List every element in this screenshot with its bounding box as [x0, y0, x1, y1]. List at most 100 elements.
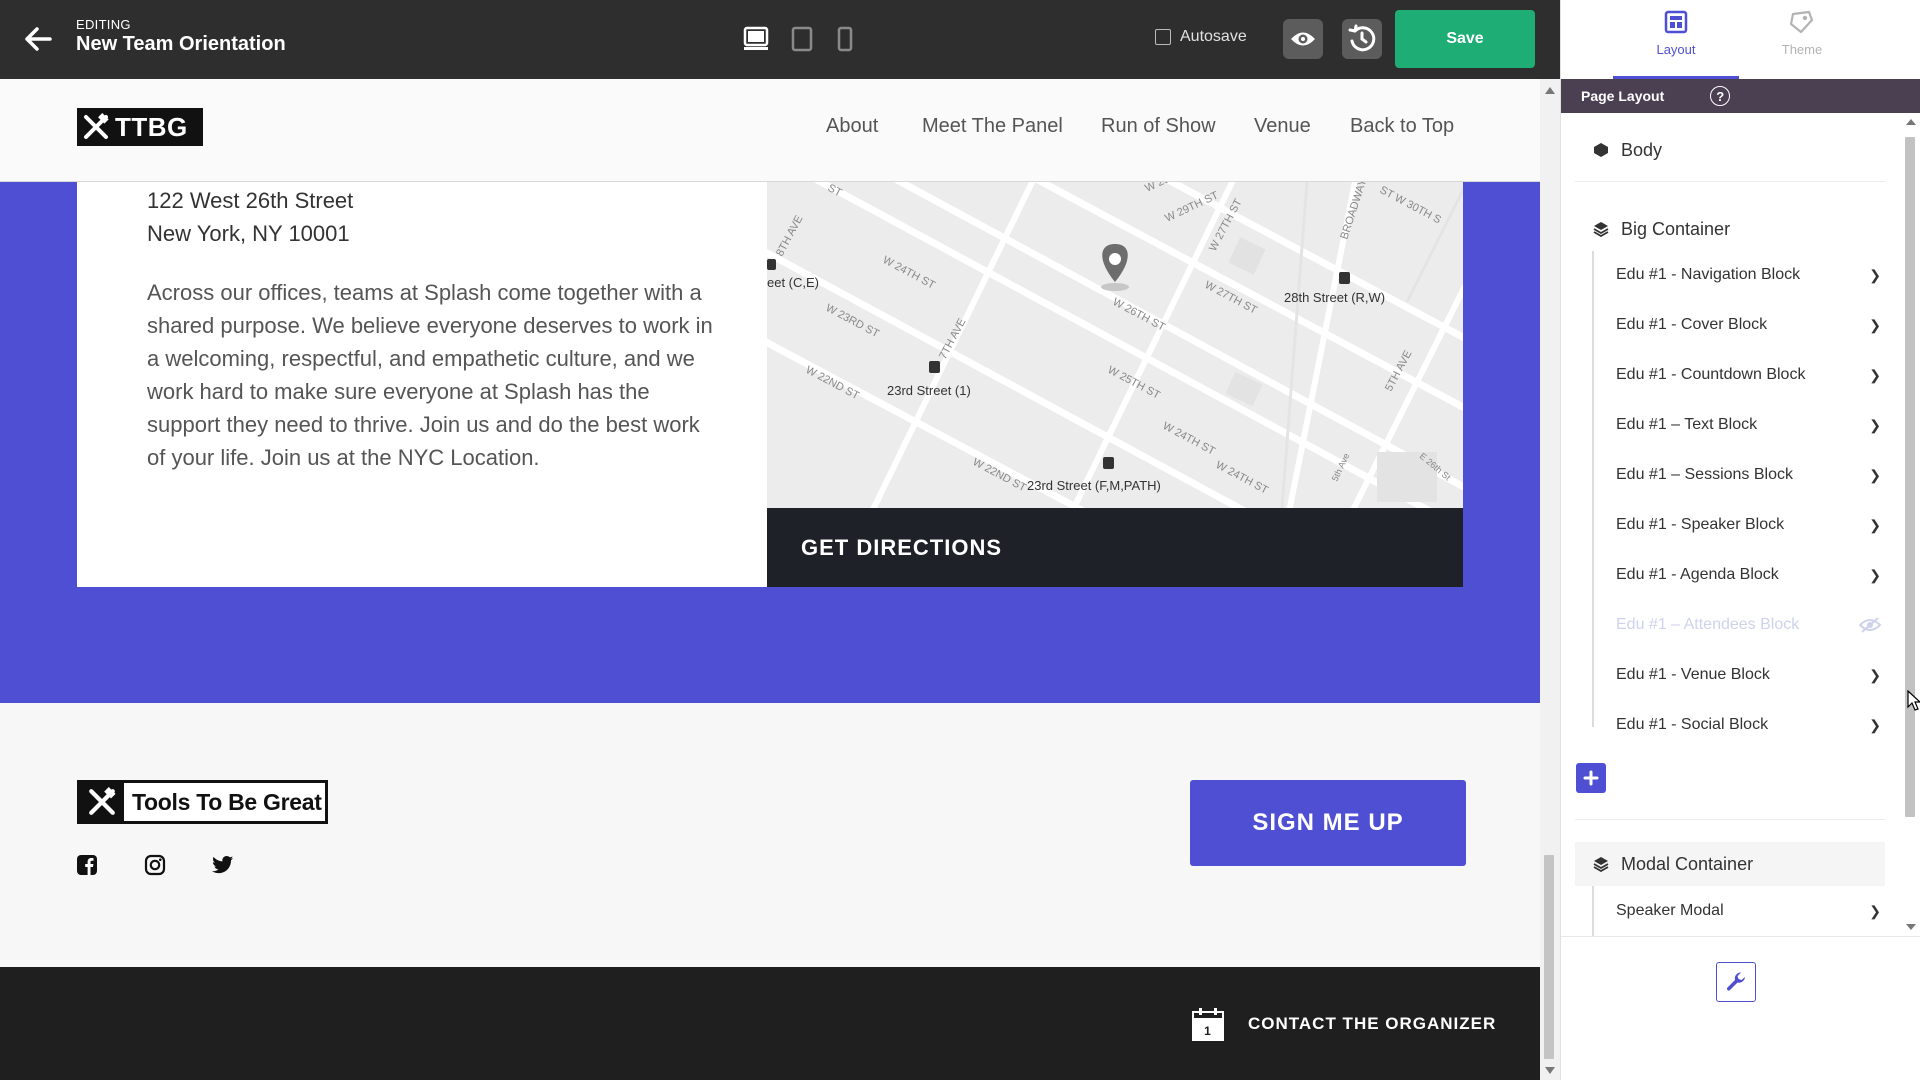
chevron-right-icon[interactable]: ❯	[1869, 667, 1881, 684]
tree-item-attendees-block-hidden[interactable]: Edu #1 – Attendees Block	[1616, 603, 1881, 647]
map-station-label: 23rd Street (F,M,PATH)	[1027, 478, 1161, 493]
tree-item-cover-block[interactable]: Edu #1 - Cover Block ❯	[1616, 303, 1881, 347]
tree-node-modal-container[interactable]: Modal Container	[1575, 842, 1885, 886]
page-layout-header: Page Layout ?	[1561, 79, 1920, 113]
footer-brand-text: Tools To Be Great	[132, 788, 322, 815]
tablet-view-button[interactable]	[790, 24, 814, 54]
chevron-right-icon[interactable]: ❯	[1869, 567, 1881, 584]
tab-layout[interactable]: Layout	[1613, 0, 1739, 79]
tools-to-be-great-logo[interactable]: Tools To Be Great	[77, 780, 328, 824]
chevron-right-icon[interactable]: ❯	[1869, 903, 1881, 920]
instagram-icon[interactable]	[144, 854, 166, 876]
sign-me-up-button[interactable]: SIGN ME UP	[1190, 780, 1466, 866]
body-icon	[1593, 142, 1609, 158]
tree-item-label: Edu #1 - Venue Block	[1616, 666, 1770, 683]
tree-item-countdown-block[interactable]: Edu #1 - Countdown Block ❯	[1616, 353, 1881, 397]
document-title: New Team Orientation	[76, 33, 286, 55]
venue-block[interactable]: 122 West 26th Street New York, NY 10001 …	[77, 182, 1463, 587]
tab-theme-label: Theme	[1781, 42, 1823, 57]
tree-item-label: Edu #1 - Countdown Block	[1616, 366, 1806, 383]
back-arrow-icon[interactable]	[24, 26, 52, 52]
chevron-right-icon[interactable]: ❯	[1869, 517, 1881, 534]
scroll-down-arrow-icon[interactable]	[1545, 1067, 1555, 1074]
chevron-right-icon[interactable]: ❯	[1869, 717, 1881, 734]
tree-node-big-container[interactable]: Big Container	[1575, 207, 1885, 251]
get-directions-button[interactable]: GET DIRECTIONS	[767, 508, 1463, 587]
panel-scrollbar[interactable]	[1901, 113, 1920, 936]
canvas-scrollbar[interactable]	[1540, 79, 1560, 1080]
editing-status-label: EDITING	[76, 17, 131, 32]
venue-map[interactable]: W 28TH ST W 27TH ST W 26TH ST W 25TH ST …	[767, 182, 1463, 508]
tab-theme[interactable]: Theme	[1739, 0, 1865, 79]
tree-item-label: Speaker Modal	[1616, 902, 1724, 919]
chevron-right-icon[interactable]: ❯	[1869, 417, 1881, 434]
eye-slash-icon[interactable]	[1859, 617, 1881, 633]
tree-item-sessions-block[interactable]: Edu #1 – Sessions Block ❯	[1616, 453, 1881, 497]
history-icon	[1348, 24, 1376, 52]
tree-divider	[1575, 819, 1885, 820]
tree-item-speaker-block[interactable]: Edu #1 - Speaker Block ❯	[1616, 503, 1881, 547]
tree-item-label: Edu #1 - Cover Block	[1616, 316, 1768, 333]
chevron-right-icon[interactable]: ❯	[1869, 367, 1881, 384]
page-layout-title: Page Layout	[1581, 88, 1665, 104]
contact-organizer-label: CONTACT THE ORGANIZER	[1248, 1014, 1497, 1033]
preview-button[interactable]	[1283, 19, 1323, 59]
tree-item-label: Edu #1 - Speaker Block	[1616, 516, 1785, 533]
crossed-tools-icon	[80, 783, 124, 821]
site-navigation-bar: TTBG About Meet The Panel Run of Show Ve…	[0, 79, 1540, 182]
nav-link-about[interactable]: About	[826, 115, 878, 138]
tree-node-body-label: Body	[1621, 139, 1663, 160]
tree-item-speaker-modal[interactable]: Speaker Modal ❯	[1616, 889, 1881, 933]
ttbg-logo[interactable]: TTBG	[77, 108, 203, 146]
tree-node-body[interactable]: Body	[1575, 128, 1885, 172]
chevron-right-icon[interactable]: ❯	[1869, 467, 1881, 484]
contact-organizer-link[interactable]: 1 CONTACT THE ORGANIZER	[1192, 1007, 1496, 1041]
desktop-icon	[743, 26, 769, 50]
plus-icon	[1583, 770, 1599, 786]
nav-link-venue[interactable]: Venue	[1254, 115, 1311, 138]
autosave-checkbox[interactable]	[1155, 29, 1171, 45]
address-line-1: 122 West 26th Street	[147, 188, 354, 213]
nav-link-back-to-top[interactable]: Back to Top	[1350, 115, 1454, 138]
ttbg-logo-text: TTBG	[113, 111, 188, 143]
page-layout-panel: Layout Theme Page Layout ? Body Big Cont…	[1560, 0, 1920, 1080]
chevron-right-icon[interactable]: ❯	[1869, 267, 1881, 284]
tree-item-social-block[interactable]: Edu #1 - Social Block ❯	[1616, 703, 1881, 747]
save-button[interactable]: Save	[1395, 10, 1535, 68]
help-icon[interactable]: ?	[1710, 86, 1731, 106]
tab-layout-label: Layout	[1656, 42, 1696, 57]
theme-icon	[1789, 10, 1814, 34]
venue-info-panel: 122 West 26th Street New York, NY 10001 …	[77, 182, 767, 587]
calendar-day: 1	[1204, 1024, 1212, 1038]
desktop-view-button[interactable]	[742, 24, 770, 54]
tree-item-label: Edu #1 - Social Block	[1616, 716, 1769, 733]
venue-address: 122 West 26th Street New York, NY 10001	[147, 184, 353, 250]
editor-top-bar: EDITING New Team Orientation Autosave Sa…	[0, 0, 1560, 79]
crossed-tools-icon	[79, 110, 113, 144]
panel-scrollbar-thumb[interactable]	[1905, 137, 1915, 817]
map-station-label: 23rd Street (1)	[887, 383, 971, 398]
tree-item-agenda-block[interactable]: Edu #1 - Agenda Block ❯	[1616, 553, 1881, 597]
twitter-icon[interactable]	[212, 854, 234, 876]
mobile-view-button[interactable]	[836, 24, 854, 54]
facebook-icon[interactable]	[76, 854, 98, 876]
tree-item-venue-block[interactable]: Edu #1 - Venue Block ❯	[1616, 653, 1881, 697]
panel-divider	[1561, 936, 1920, 937]
settings-wrench-button[interactable]	[1716, 962, 1756, 1002]
nav-link-run-of-show[interactable]: Run of Show	[1101, 115, 1216, 138]
calendar-icon: 1	[1192, 1008, 1224, 1041]
scroll-up-arrow-icon[interactable]	[1906, 119, 1916, 125]
tree-item-navigation-block[interactable]: Edu #1 - Navigation Block ❯	[1616, 253, 1881, 297]
tree-item-text-block[interactable]: Edu #1 – Text Block ❯	[1616, 403, 1881, 447]
canvas-scrollbar-thumb[interactable]	[1544, 855, 1554, 1059]
tablet-icon	[791, 26, 813, 52]
history-button[interactable]	[1342, 19, 1382, 59]
chevron-right-icon[interactable]: ❯	[1869, 317, 1881, 334]
nav-link-meet-the-panel[interactable]: Meet The Panel	[922, 115, 1063, 138]
scroll-up-arrow-icon[interactable]	[1545, 87, 1555, 94]
scroll-down-arrow-icon[interactable]	[1906, 924, 1916, 930]
autosave-toggle[interactable]: Autosave	[1155, 28, 1247, 46]
add-block-button[interactable]	[1576, 763, 1606, 793]
layers-icon	[1593, 221, 1609, 237]
address-line-2: New York, NY 10001	[147, 221, 350, 246]
